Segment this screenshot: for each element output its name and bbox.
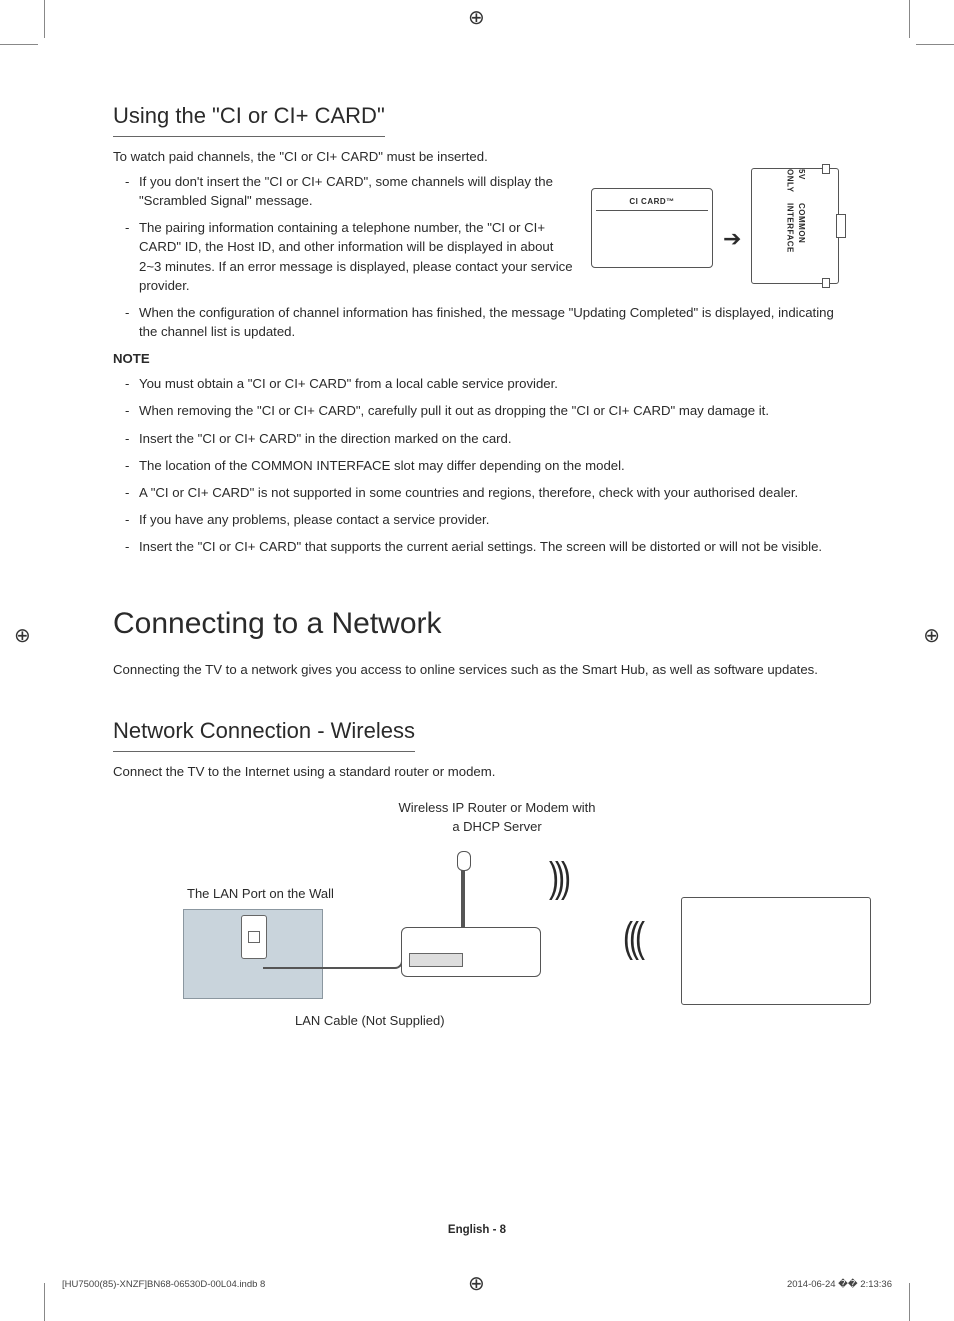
wireless-title: Network Connection - Wireless bbox=[113, 715, 415, 752]
list-item: A "CI or CI+ CARD" is not supported in s… bbox=[125, 483, 841, 502]
lan-cable-icon bbox=[263, 949, 403, 969]
wifi-waves-icon: ))) bbox=[549, 848, 567, 909]
list-item: The location of the COMMON INTERFACE slo… bbox=[125, 456, 841, 475]
wall-port-label: The LAN Port on the Wall bbox=[187, 885, 334, 904]
list-item: Insert the "CI or CI+ CARD" in the direc… bbox=[125, 429, 841, 448]
crop-mark bbox=[916, 44, 954, 45]
footer-filename: [HU7500(85)-XNZF]BN68-06530D-00L04.indb … bbox=[62, 1278, 265, 1292]
page-content: Using the "CI or CI+ CARD" To watch paid… bbox=[113, 100, 841, 1029]
ci-text-column: If you don't insert the "CI or CI+ CARD"… bbox=[113, 172, 577, 303]
ci-block: If you don't insert the "CI or CI+ CARD"… bbox=[113, 172, 841, 303]
registration-mark-icon: ⊕ bbox=[923, 622, 940, 651]
router-ports-icon bbox=[409, 953, 463, 967]
ci-card-title: Using the "CI or CI+ CARD" bbox=[113, 100, 385, 137]
router-icon bbox=[401, 927, 541, 977]
network-intro: Connecting the TV to a network gives you… bbox=[113, 660, 841, 679]
slot-ci-label: COMMON INTERFACE bbox=[784, 203, 807, 283]
note-heading: NOTE bbox=[113, 349, 841, 368]
crop-mark bbox=[909, 0, 910, 38]
router-label: Wireless IP Router or Modem with a DHCP … bbox=[397, 799, 597, 837]
list-item: You must obtain a "CI or CI+ CARD" from … bbox=[125, 374, 841, 393]
registration-mark-icon: ⊕ bbox=[14, 622, 31, 651]
crop-mark bbox=[0, 44, 38, 45]
ci-card-icon: CI CARD™ bbox=[591, 188, 713, 268]
wireless-diagram: Wireless IP Router or Modem with a DHCP … bbox=[113, 799, 793, 1029]
antenna-icon bbox=[461, 861, 465, 931]
list-item: If you have any problems, please contact… bbox=[125, 510, 841, 529]
ci-full-bullets: When the configuration of channel inform… bbox=[113, 303, 841, 341]
wireless-intro: Connect the TV to the Internet using a s… bbox=[113, 762, 841, 781]
wifi-waves-icon: ((( bbox=[623, 908, 641, 969]
page-number: English - 8 bbox=[0, 1222, 954, 1239]
registration-mark-icon: ⊕ bbox=[468, 1270, 485, 1299]
ci-slot-icon: 5V ONLY COMMON INTERFACE bbox=[751, 168, 839, 284]
ci-card-label: CI CARD™ bbox=[596, 193, 708, 211]
registration-mark-icon: ⊕ bbox=[468, 4, 485, 33]
ci-top-bullets: If you don't insert the "CI or CI+ CARD"… bbox=[113, 172, 577, 295]
ci-notes-list: You must obtain a "CI or CI+ CARD" from … bbox=[113, 374, 841, 556]
crop-mark bbox=[44, 0, 45, 38]
list-item: The pairing information containing a tel… bbox=[125, 218, 577, 295]
list-item: If you don't insert the "CI or CI+ CARD"… bbox=[125, 172, 577, 210]
crop-mark bbox=[44, 1283, 45, 1321]
slot-5v-label: 5V ONLY bbox=[784, 169, 807, 201]
list-item: When removing the "CI or CI+ CARD", care… bbox=[125, 401, 841, 420]
tv-icon bbox=[681, 897, 871, 1005]
ci-intro: To watch paid channels, the "CI or CI+ C… bbox=[113, 147, 841, 166]
ci-card-diagram: CI CARD™ ➔ 5V ONLY COMMON INTERFACE bbox=[591, 168, 841, 299]
list-item: Insert the "CI or CI+ CARD" that support… bbox=[125, 537, 841, 556]
lan-cable-label: LAN Cable (Not Supplied) bbox=[295, 1012, 445, 1031]
footer-timestamp: 2014-06-24 �� 2:13:36 bbox=[787, 1278, 892, 1292]
crop-mark bbox=[909, 1283, 910, 1321]
list-item: When the configuration of channel inform… bbox=[125, 303, 841, 341]
arrow-right-icon: ➔ bbox=[723, 223, 741, 255]
network-heading: Connecting to a Network bbox=[113, 602, 841, 646]
